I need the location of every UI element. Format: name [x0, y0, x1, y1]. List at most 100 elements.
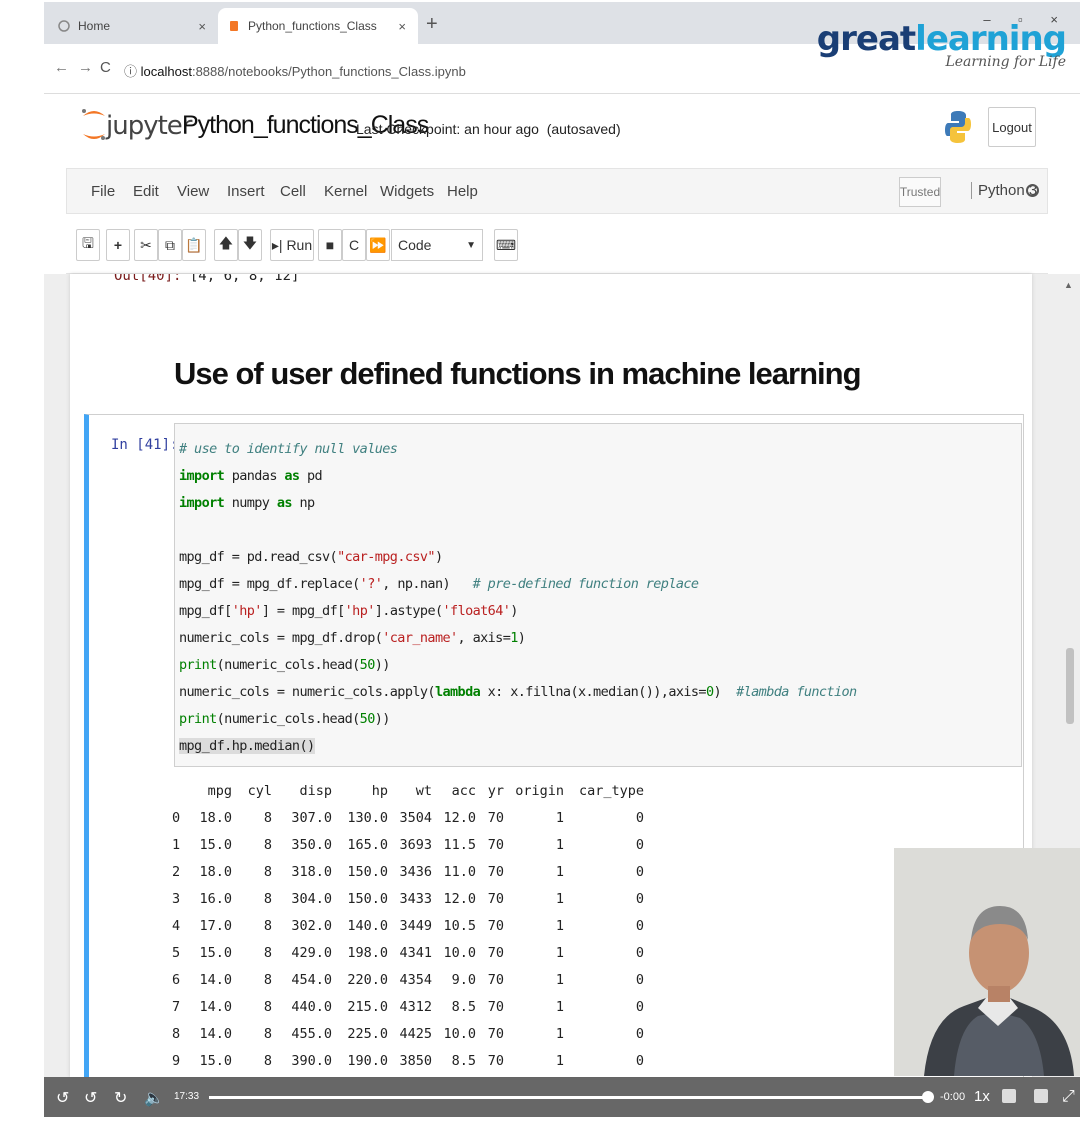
fullscreen-icon[interactable]: ⤢ [1062, 1088, 1075, 1106]
table-cell: 1 [555, 917, 564, 934]
replay-icon[interactable]: ↺ [56, 1088, 69, 1108]
code-editor[interactable]: # use to identify null values import pan… [174, 423, 1022, 767]
table-row: 6 14.0 8 454.0 220.0 4354 9.0 70 1 0 [172, 966, 644, 993]
table-cell: 7 [172, 998, 181, 1015]
forward-arrow-icon[interactable]: → [78, 59, 93, 76]
table-row: 3 16.0 8 304.0 150.0 3433 12.0 70 1 0 [172, 885, 644, 912]
quality-icon[interactable] [1034, 1089, 1048, 1103]
captions-icon[interactable] [1002, 1089, 1016, 1103]
table-cell: 4354 [399, 971, 432, 988]
forward-10-icon[interactable]: ↻ [114, 1088, 127, 1108]
info-icon: ⓘ [124, 64, 138, 79]
menu-bar: File Edit View Insert Cell Kernel Widget… [66, 168, 1048, 214]
playback-speed-button[interactable]: 1x [974, 1088, 990, 1105]
notebook-container: Out[40]: [4, 6, 8, 12] Use of user defin… [70, 274, 1032, 1077]
markdown-heading[interactable]: Use of user defined functions in machine… [174, 356, 862, 392]
url-field[interactable]: ⓘ localhost:8888/notebooks/Python_functi… [124, 61, 466, 80]
table-cell: 8 [263, 890, 272, 907]
menu-kernel[interactable]: Kernel [324, 183, 367, 200]
table-cell: 0 [635, 944, 644, 961]
table-cell: 14.0 [199, 971, 232, 988]
menu-view[interactable]: View [177, 183, 209, 200]
insert-cell-icon[interactable]: + [106, 229, 130, 261]
previous-output: Out[40]: [4, 6, 8, 12] [114, 274, 299, 284]
table-cell: 70 [487, 944, 504, 961]
move-down-icon[interactable]: 🡇 [238, 229, 262, 261]
table-cell: 1 [172, 836, 181, 853]
interrupt-icon[interactable]: ■ [318, 229, 342, 261]
close-tab-icon[interactable]: × [398, 19, 406, 34]
table-cell: 70 [487, 836, 504, 853]
table-cell: 1 [555, 944, 564, 961]
table-cell: 2 [172, 863, 181, 880]
table-cell: 0 [635, 917, 644, 934]
video-progress-knob[interactable] [922, 1091, 934, 1103]
table-cell: 8 [263, 998, 272, 1015]
table-cell: 0 [635, 863, 644, 880]
menu-cell[interactable]: Cell [280, 183, 306, 200]
back-arrow-icon[interactable]: ← [54, 59, 69, 76]
table-cell: 11.0 [443, 863, 476, 880]
table-cell: 307.0 [291, 809, 332, 826]
tab-home[interactable]: Home × [48, 8, 218, 44]
command-palette-icon[interactable]: ⌨ [494, 229, 518, 261]
presenter-video [894, 848, 1080, 1076]
table-cell: 215.0 [347, 998, 388, 1015]
menu-file[interactable]: File [91, 183, 115, 200]
table-cell: 70 [487, 809, 504, 826]
table-cell: 140.0 [347, 917, 388, 934]
table-cell: 3449 [399, 917, 432, 934]
menu-help[interactable]: Help [447, 183, 478, 200]
table-row: 4 17.0 8 302.0 140.0 3449 10.5 70 1 0 [172, 912, 644, 939]
scrollbar-thumb[interactable] [1066, 648, 1074, 724]
cell-type-value: Code [398, 237, 432, 253]
presenter-image [894, 848, 1080, 1076]
volume-icon[interactable]: 🔈 [144, 1088, 164, 1108]
copy-icon[interactable]: ⧉ [158, 229, 182, 261]
tab-notebook[interactable]: Python_functions_Class × [218, 8, 418, 44]
table-cell: 4341 [399, 944, 432, 961]
table-row: 2 18.0 8 318.0 150.0 3436 11.0 70 1 0 [172, 858, 644, 885]
cut-icon[interactable]: ✂ [134, 229, 158, 261]
restart-icon[interactable]: C [342, 229, 366, 261]
move-up-icon[interactable]: 🡅 [214, 229, 238, 261]
paste-icon[interactable]: 📋 [182, 229, 206, 261]
menu-widgets[interactable]: Widgets [380, 183, 434, 200]
table-cell: 0 [635, 1052, 644, 1069]
table-cell: 0 [635, 1025, 644, 1042]
close-tab-icon[interactable]: × [198, 19, 206, 34]
logout-button[interactable]: Logout [988, 107, 1036, 147]
rewind-10-icon[interactable]: ↺ [84, 1088, 97, 1108]
video-progress-track[interactable] [209, 1096, 925, 1099]
table-cell: 8.5 [451, 1052, 476, 1069]
reload-icon[interactable]: C [100, 59, 111, 76]
table-cell: 17.0 [199, 917, 232, 934]
python-logo-icon [945, 111, 971, 143]
notebook-favicon-icon [228, 20, 240, 32]
table-cell: 225.0 [347, 1025, 388, 1042]
table-cell: 1 [555, 971, 564, 988]
menu-edit[interactable]: Edit [133, 183, 159, 200]
trusted-indicator[interactable]: Trusted [899, 177, 941, 207]
table-cell: 4 [172, 917, 181, 934]
output-dataframe: mpg cyl disp hp wt acc yr origin car_typ… [172, 777, 644, 1077]
menu-insert[interactable]: Insert [227, 183, 265, 200]
table-cell: 8 [263, 836, 272, 853]
table-cell: 14.0 [199, 1025, 232, 1042]
output-prompt: Out[40]: [114, 274, 182, 284]
table-cell: 8 [263, 944, 272, 961]
kernel-idle-indicator [1026, 184, 1039, 197]
restart-run-all-icon[interactable]: ⏩ [366, 229, 390, 261]
code-cell-selected[interactable]: In [41]: # use to identify null values i… [84, 414, 1024, 1077]
table-cell: 4425 [399, 1025, 432, 1042]
table-cell: 220.0 [347, 971, 388, 988]
cell-type-select[interactable]: Code ▼ [391, 229, 483, 261]
run-button[interactable]: ▸| Run [270, 229, 314, 261]
table-cell: 8 [263, 971, 272, 988]
save-icon[interactable]: 🖫 [76, 229, 100, 261]
table-cell: 70 [487, 1052, 504, 1069]
new-tab-button[interactable]: + [426, 13, 438, 36]
table-cell: 5 [172, 944, 181, 961]
table-cell: 1 [555, 1025, 564, 1042]
jupyter-logo-icon[interactable] [80, 107, 108, 143]
